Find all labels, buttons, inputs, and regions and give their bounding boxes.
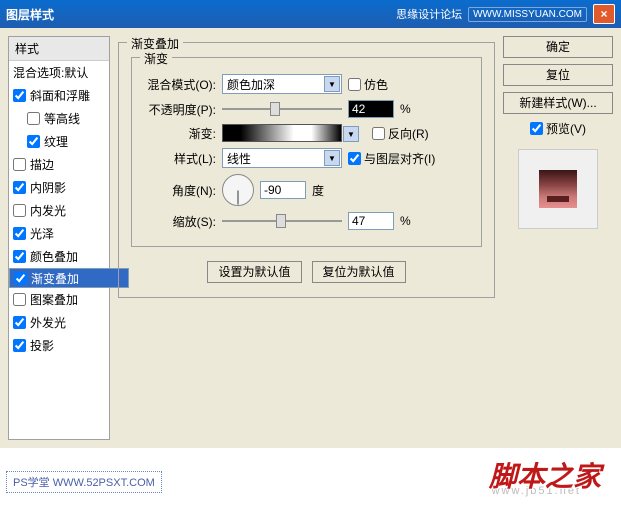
close-icon[interactable]: × — [593, 4, 615, 24]
styles-header: 样式 — [9, 37, 109, 61]
align-checkbox[interactable]: 与图层对齐(I) — [348, 150, 435, 167]
chevron-down-icon: ▼ — [324, 76, 340, 92]
style-label: 等高线 — [44, 110, 80, 127]
style-item-6[interactable]: 光泽 — [9, 222, 109, 245]
right-panel: 确定 复位 新建样式(W)... 预览(V) — [503, 36, 613, 440]
angle-label: 角度(N): — [144, 182, 216, 199]
style-item-9[interactable]: 图案叠加 — [9, 288, 109, 311]
style-item-3[interactable]: 描边 — [9, 153, 109, 176]
style-label: 颜色叠加 — [30, 248, 78, 265]
make-default-button[interactable]: 设置为默认值 — [207, 261, 301, 283]
window-title: 图层样式 — [6, 6, 54, 23]
preview-thumbnail — [518, 149, 598, 229]
footer: PS学堂 WWW.52PSXT.COM www.jb51.net 脚本之家 — [0, 449, 621, 505]
style-item-1[interactable]: 等高线 — [9, 107, 109, 130]
reverse-checkbox[interactable]: 反向(R) — [372, 125, 429, 142]
style-item-2[interactable]: 纹理 — [9, 130, 109, 153]
titlebar: 图层样式 思缘设计论坛 WWW.MISSYUAN.COM × — [0, 0, 621, 28]
style-label: 外发光 — [30, 314, 66, 331]
style-checkbox[interactable] — [13, 89, 26, 102]
style-item-0[interactable]: 斜面和浮雕 — [9, 84, 109, 107]
style-checkbox[interactable] — [13, 293, 26, 306]
reset-default-button[interactable]: 复位为默认值 — [312, 261, 406, 283]
style-checkbox[interactable] — [13, 339, 26, 352]
style-label: 描边 — [30, 156, 54, 173]
cancel-button[interactable]: 复位 — [503, 64, 613, 86]
style-label: 渐变叠加 — [31, 270, 79, 287]
blend-mode-select[interactable]: 颜色加深▼ — [222, 74, 342, 94]
style-label: 光泽 — [30, 225, 54, 242]
style-select[interactable]: 线性▼ — [222, 148, 342, 168]
style-item-4[interactable]: 内阴影 — [9, 176, 109, 199]
style-label: 图案叠加 — [30, 291, 78, 308]
watermark-psxt: PS学堂 WWW.52PSXT.COM — [6, 471, 162, 493]
new-style-button[interactable]: 新建样式(W)... — [503, 92, 613, 114]
opacity-field[interactable]: 42 — [348, 100, 394, 118]
scale-slider[interactable] — [222, 214, 342, 228]
style-item-11[interactable]: 投影 — [9, 334, 109, 357]
style-checkbox[interactable] — [13, 158, 26, 171]
style-checkbox[interactable] — [14, 272, 27, 285]
preview-checkbox[interactable]: 预览(V) — [503, 120, 613, 137]
scale-label: 缩放(S): — [144, 213, 216, 230]
style-label: 内发光 — [30, 202, 66, 219]
style-checkbox[interactable] — [13, 227, 26, 240]
style-checkbox[interactable] — [13, 250, 26, 263]
inner-legend: 渐变 — [140, 50, 172, 67]
style-item-5[interactable]: 内发光 — [9, 199, 109, 222]
blend-options-row[interactable]: 混合选项:默认 — [9, 61, 109, 84]
ok-button[interactable]: 确定 — [503, 36, 613, 58]
style-checkbox[interactable] — [27, 112, 40, 125]
dither-checkbox[interactable]: 仿色 — [348, 76, 388, 93]
style-checkbox[interactable] — [27, 135, 40, 148]
style-label: 内阴影 — [30, 179, 66, 196]
chevron-down-icon: ▼ — [324, 150, 340, 166]
chevron-down-icon: ▼ — [343, 126, 359, 142]
styles-panel: 样式 混合选项:默认 斜面和浮雕等高线纹理描边内阴影内发光光泽颜色叠加渐变叠加图… — [8, 36, 110, 440]
style-checkbox[interactable] — [13, 181, 26, 194]
opacity-label: 不透明度(P): — [144, 101, 216, 118]
angle-dial[interactable] — [222, 174, 254, 206]
gradient-inner-group: 渐变 混合模式(O): 颜色加深▼ 仿色 不透明度(P): 42 % 渐变: ▼ — [131, 57, 482, 247]
style-label: 样式(L): — [144, 150, 216, 167]
style-checkbox[interactable] — [13, 316, 26, 329]
blend-mode-label: 混合模式(O): — [144, 76, 216, 93]
style-item-7[interactable]: 颜色叠加 — [9, 245, 109, 268]
style-item-10[interactable]: 外发光 — [9, 311, 109, 334]
style-checkbox[interactable] — [13, 204, 26, 217]
forum-text: 思缘设计论坛 — [396, 6, 462, 22]
gradient-label: 渐变: — [144, 125, 216, 142]
style-label: 投影 — [30, 337, 54, 354]
scale-field[interactable]: 47 — [348, 212, 394, 230]
forum-url: WWW.MISSYUAN.COM — [468, 7, 587, 22]
style-label: 纹理 — [44, 133, 68, 150]
opacity-slider[interactable] — [222, 102, 342, 116]
angle-field[interactable]: -90 — [260, 181, 306, 199]
gradient-picker[interactable]: ▼ — [222, 124, 342, 142]
watermark-main: 脚本之家 — [489, 455, 601, 495]
gradient-overlay-group: 渐变叠加 渐变 混合模式(O): 颜色加深▼ 仿色 不透明度(P): 42 % … — [118, 42, 495, 298]
style-item-8[interactable]: 渐变叠加 — [9, 268, 129, 288]
style-label: 斜面和浮雕 — [30, 87, 90, 104]
